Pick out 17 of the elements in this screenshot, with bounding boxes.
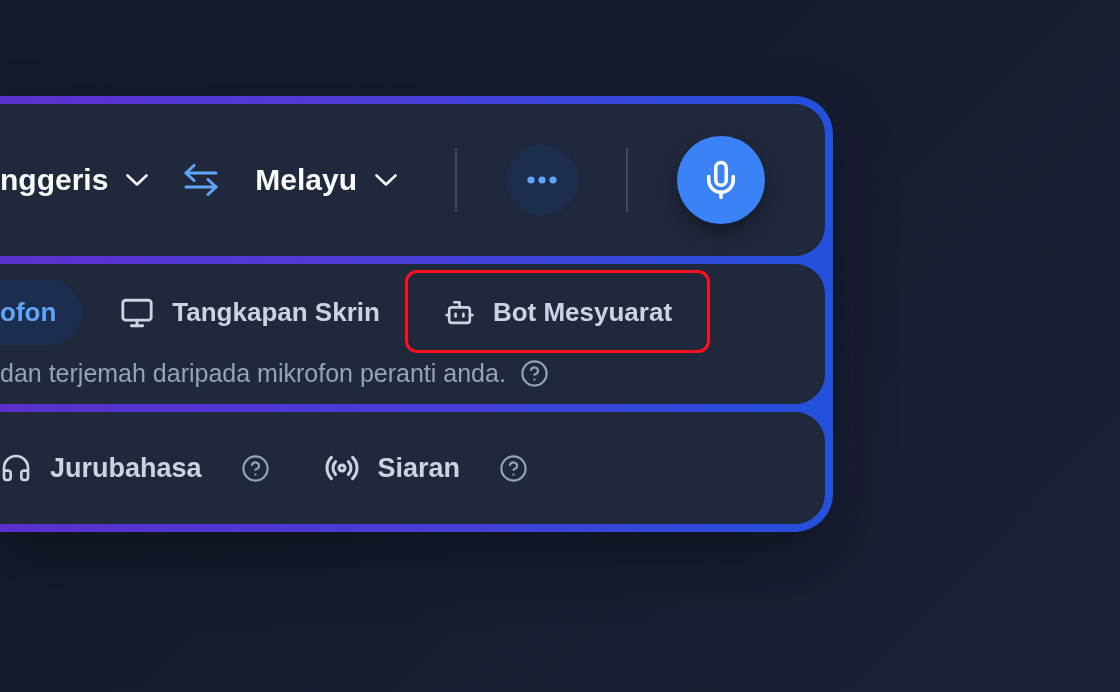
source-description: dan terjemah daripada mikrofon peranti anda. [0,359,506,387]
help-icon[interactable] [240,453,270,483]
source-tab[interactable]: ofon [0,280,83,345]
help-icon[interactable] [519,358,549,388]
source-tab[interactable]: Tangkapan Skrin [94,280,406,345]
swap-arrows-icon [184,164,219,196]
mode-button[interactable]: Jurubahasa [0,450,202,486]
chevron-down-icon [375,174,398,186]
source-tab[interactable]: Bot Mesyuarat [417,280,699,345]
swap-languages-button[interactable] [184,164,219,196]
source-language-dropdown[interactable]: nggeris [0,160,149,200]
mode-button[interactable]: Siaran [323,450,461,486]
more-dots-icon [527,176,558,184]
help-icon[interactable] [499,453,529,483]
headphones-icon [0,452,32,484]
target-language-dropdown[interactable]: Melayu [255,160,398,200]
chevron-down-icon [126,174,149,186]
